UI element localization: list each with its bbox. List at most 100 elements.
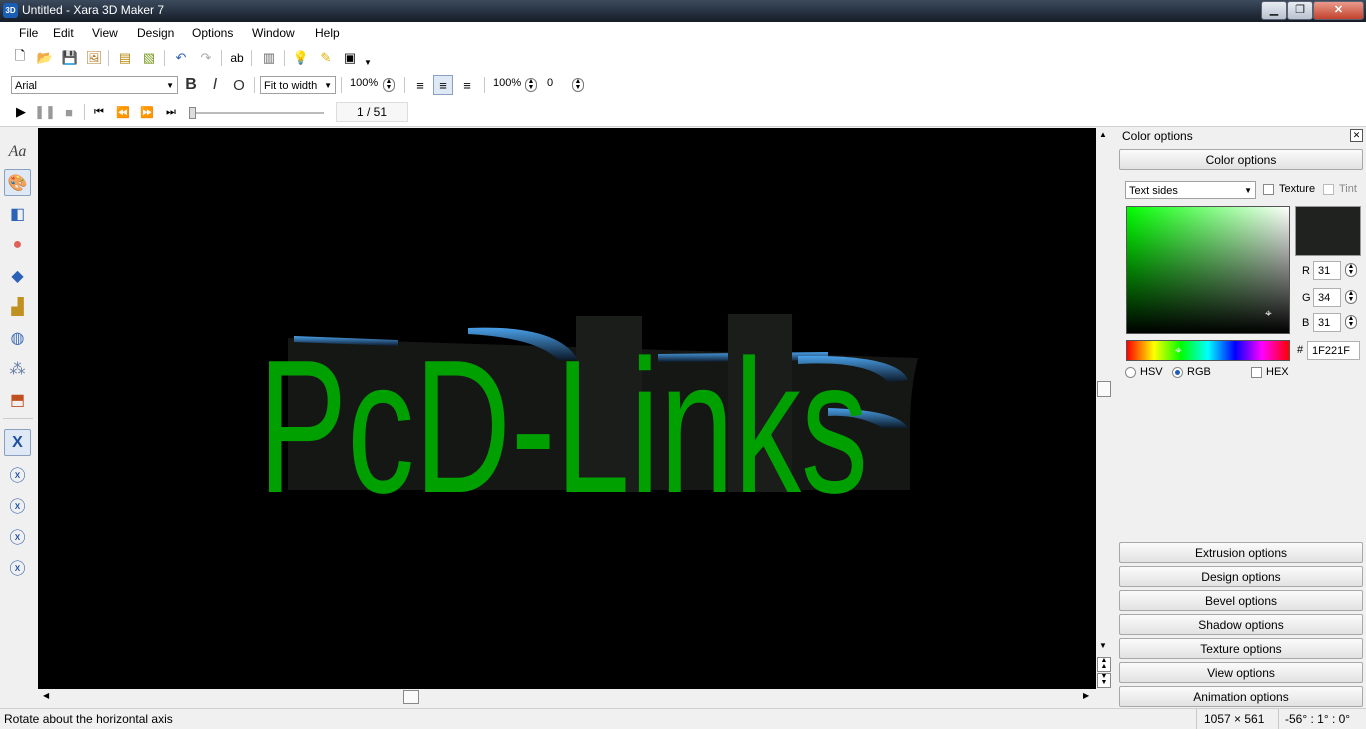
hex-field[interactable]: 1F221F: [1307, 341, 1360, 360]
hue-slider[interactable]: ⌖: [1126, 340, 1290, 361]
canvas-text[interactable]: PcD-Links: [258, 321, 868, 533]
previous-frame-icon[interactable]: ⏪: [113, 102, 133, 122]
menu-window[interactable]: Window: [252, 26, 295, 40]
color-target-select[interactable]: Text sides ▼: [1125, 181, 1256, 199]
g-field[interactable]: 34: [1313, 288, 1341, 307]
design-gallery-icon[interactable]: ▧: [139, 48, 159, 68]
edit-text-icon[interactable]: ab: [227, 48, 247, 68]
menu-options[interactable]: Options: [192, 26, 233, 40]
menu-help[interactable]: Help: [315, 26, 340, 40]
maximize-button[interactable]: ❐: [1287, 1, 1313, 20]
scroll-right-icon[interactable]: ▶: [1083, 691, 1089, 700]
save-icon[interactable]: 💾: [60, 48, 80, 68]
undo-icon[interactable]: ↶: [171, 48, 191, 68]
play-icon[interactable]: ▶: [11, 102, 31, 122]
bevel-options-button[interactable]: Bevel options: [1119, 590, 1363, 611]
b-stepper[interactable]: ▲ ▼: [1345, 315, 1357, 329]
menu-view[interactable]: View: [92, 26, 118, 40]
italic-icon[interactable]: I: [205, 75, 225, 95]
shadow-options-button[interactable]: Shadow options: [1119, 614, 1363, 635]
zoom-stepper[interactable]: ▲ ▼: [383, 78, 395, 92]
r-field[interactable]: 31: [1313, 261, 1341, 280]
open-folder-icon[interactable]: 📂: [35, 48, 55, 68]
rotate-lights-icon[interactable]: ⓧ: [4, 553, 31, 580]
stop-icon[interactable]: ■: [59, 102, 79, 122]
next-frame-icon[interactable]: ⏩: [137, 102, 157, 122]
rotate-free-icon[interactable]: ⓧ: [4, 460, 31, 487]
hsv-radio[interactable]: [1125, 367, 1136, 378]
b-field[interactable]: 31: [1313, 313, 1341, 332]
menu-edit[interactable]: Edit: [53, 26, 74, 40]
play-movie-icon[interactable]: ▥: [259, 48, 279, 68]
r-stepper[interactable]: ▲ ▼: [1345, 263, 1357, 277]
spacing-value[interactable]: 100%: [493, 77, 521, 89]
font-select[interactable]: Arial ▼: [11, 76, 178, 94]
scroll-page-down-icon[interactable]: ▼ ▼: [1097, 673, 1111, 688]
align-right-icon[interactable]: ≡: [457, 75, 477, 95]
align-center-icon[interactable]: ≡: [433, 75, 453, 95]
vertical-scroll-thumb[interactable]: [1097, 381, 1111, 397]
lighting-icon[interactable]: ◆: [4, 262, 31, 289]
rgb-radio[interactable]: [1172, 367, 1183, 378]
texture-checkbox[interactable]: [1263, 184, 1274, 195]
g-stepper[interactable]: ▲ ▼: [1345, 290, 1357, 304]
last-frame-icon[interactable]: ⏭: [161, 102, 181, 122]
rotate-z-axis-icon[interactable]: ⓧ: [4, 522, 31, 549]
color-options-header[interactable]: Color options: [1119, 149, 1363, 170]
animation-icon[interactable]: ⁂: [4, 355, 31, 382]
lightbulb-icon[interactable]: 💡: [291, 48, 311, 68]
outline-icon[interactable]: O: [229, 75, 249, 95]
scroll-page-up-icon[interactable]: ▲ ▲: [1097, 657, 1111, 672]
texture-options-button[interactable]: Texture options: [1119, 638, 1363, 659]
toolbar-area: 🗋 📂 💾 🖼 ▤ ▧ ↶ ↷ ab ▥ 💡 ✎ ▣ ▼ Arial ▼ B I…: [0, 44, 1366, 127]
import-design-icon[interactable]: ▤: [115, 48, 135, 68]
rotate-x-axis-icon[interactable]: X: [4, 429, 31, 456]
vertical-scrollbar[interactable]: ▲ ▼ ▲ ▲ ▼ ▼: [1096, 128, 1112, 689]
design-canvas[interactable]: PcD-Links: [38, 128, 1096, 689]
scroll-left-icon[interactable]: ◀: [43, 691, 49, 700]
bevel-icon[interactable]: ●: [4, 231, 31, 258]
wand-icon[interactable]: ✎: [316, 48, 336, 68]
frame-slider-track[interactable]: [191, 112, 324, 114]
view-icon[interactable]: ◍: [4, 324, 31, 351]
color-options-icon[interactable]: 🎨: [4, 169, 31, 196]
menu-design[interactable]: Design: [137, 26, 174, 40]
pause-icon[interactable]: ❚❚: [34, 102, 56, 122]
text-options-icon[interactable]: Aa: [4, 138, 31, 165]
frame-slider-thumb[interactable]: [189, 107, 196, 119]
hex-checkbox[interactable]: [1251, 367, 1262, 378]
bold-icon[interactable]: B: [181, 75, 201, 95]
offset-stepper[interactable]: ▲ ▼: [572, 78, 584, 92]
view-options-button[interactable]: View options: [1119, 662, 1363, 683]
offset-value[interactable]: 0: [547, 77, 553, 89]
new-file-icon[interactable]: 🗋: [10, 48, 30, 68]
redo-icon[interactable]: ↷: [196, 48, 216, 68]
frame-icon[interactable]: ▣: [340, 48, 360, 68]
minimize-button[interactable]: ▁: [1261, 1, 1287, 20]
extrusion-icon[interactable]: ◧: [4, 200, 31, 227]
picker-crosshair-icon: ⌖: [1265, 306, 1272, 320]
extrusion-options-button[interactable]: Extrusion options: [1119, 542, 1363, 563]
texture-icon[interactable]: ⬒: [4, 386, 31, 413]
horizontal-scroll-thumb[interactable]: [403, 690, 419, 704]
scroll-up-icon[interactable]: ▲: [1099, 130, 1107, 139]
spacing-stepper[interactable]: ▲ ▼: [525, 78, 537, 92]
tint-checkbox[interactable]: [1323, 184, 1334, 195]
zoom-value[interactable]: 100%: [350, 77, 378, 89]
align-left-icon[interactable]: ≡: [410, 75, 430, 95]
chevron-down-icon[interactable]: ▼: [358, 52, 378, 72]
frame-counter: 1 / 51: [336, 102, 408, 122]
menu-file[interactable]: File: [19, 26, 38, 40]
scroll-down-icon[interactable]: ▼: [1099, 641, 1107, 650]
horizontal-scrollbar[interactable]: ◀ ▶: [38, 689, 1096, 705]
export-icon[interactable]: 🖼: [84, 48, 104, 68]
fit-mode-select[interactable]: Fit to width ▼: [260, 76, 336, 94]
design-options-button[interactable]: Design options: [1119, 566, 1363, 587]
close-button[interactable]: ✕: [1313, 1, 1364, 20]
first-frame-icon[interactable]: ⏮: [89, 102, 109, 122]
saturation-value-picker[interactable]: ⌖: [1126, 206, 1290, 334]
close-panel-icon[interactable]: ✕: [1350, 129, 1363, 142]
rotate-y-axis-icon[interactable]: ⓧ: [4, 491, 31, 518]
shadow-icon[interactable]: ▟: [4, 293, 31, 320]
animation-options-button[interactable]: Animation options: [1119, 686, 1363, 707]
